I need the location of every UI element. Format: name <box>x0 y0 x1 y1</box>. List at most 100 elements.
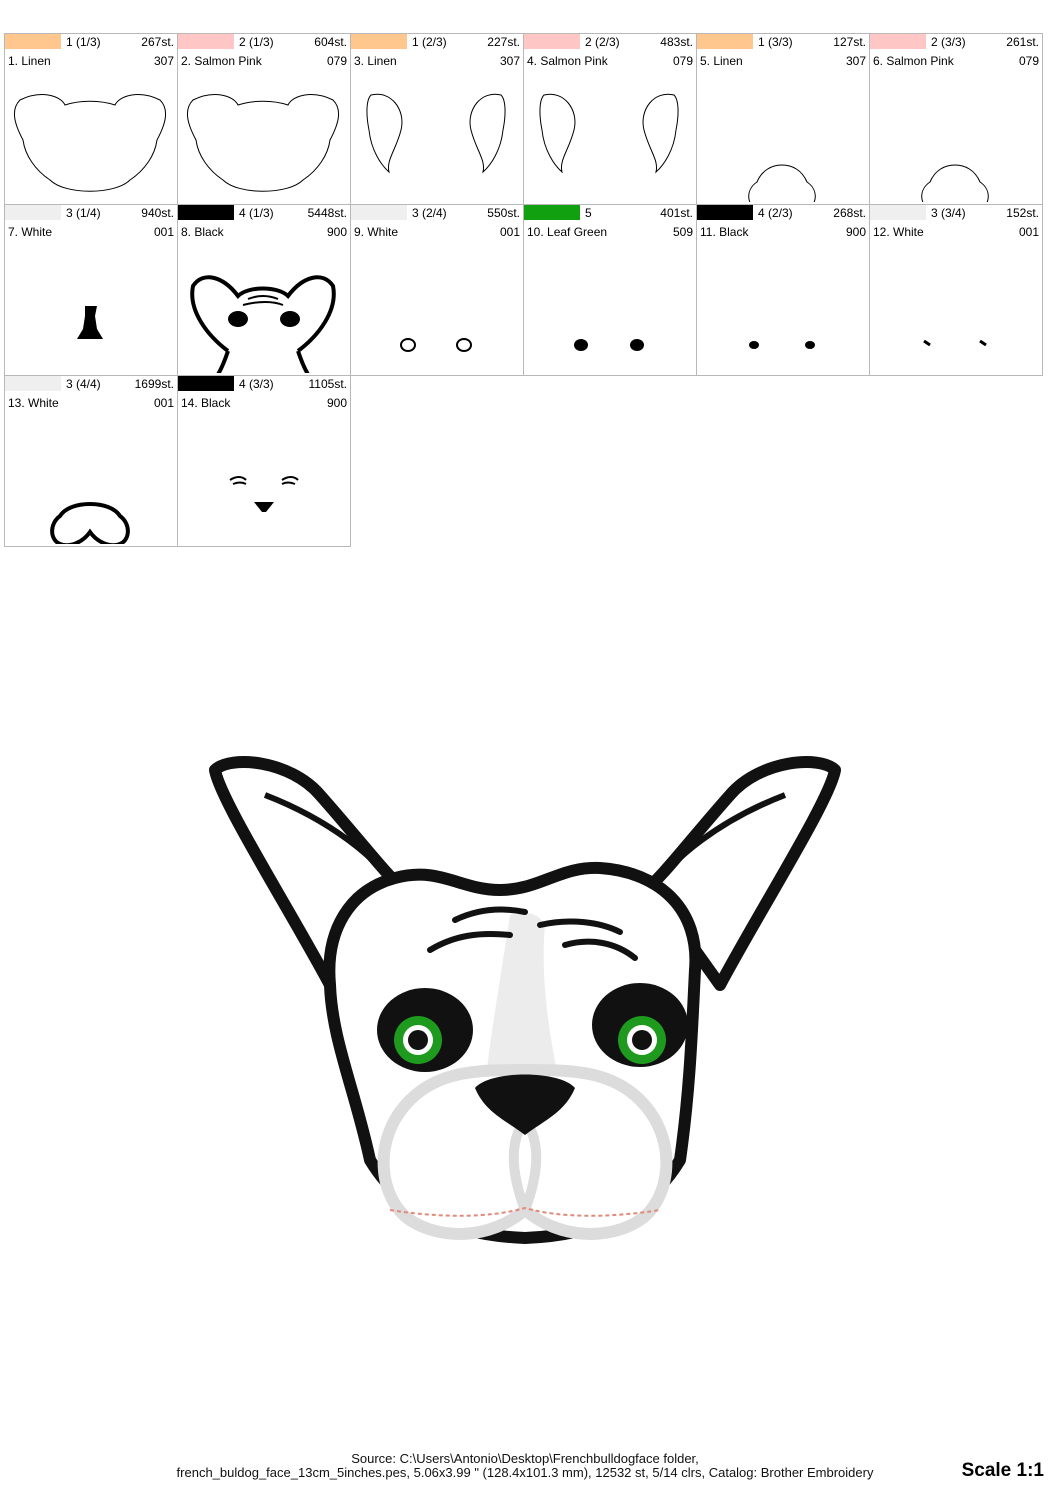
head-outline-icon <box>186 94 340 192</box>
step-index: 3 (1/4) <box>66 206 101 220</box>
thread-name: 5. Linen <box>700 54 743 68</box>
thread-code: 900 <box>845 225 866 239</box>
color-step-grid: 1 (1/3) 267st. 1. Linen 307 2 (1/3) 604st. 2. … <box>4 33 1043 547</box>
stitch-count: 940st. <box>141 206 174 220</box>
step-index: 3 (2/4) <box>412 206 447 220</box>
stitch-count: 267st. <box>141 35 174 49</box>
color-step-cell: 4 (3/3) 1105st. 14. Black 900 <box>177 375 351 547</box>
bulldog-design-preview <box>209 756 841 1244</box>
color-step-cell: 3 (2/4) 550st. 9. White 001 <box>350 204 524 376</box>
thread-color-swatch <box>351 205 407 220</box>
thread-color-swatch <box>351 34 407 49</box>
color-step-cell: 2 (3/3) 261st. 6. Salmon Pink 079 <box>869 33 1043 205</box>
eye-dots-icon <box>574 339 644 351</box>
thread-color-swatch <box>178 205 234 220</box>
color-step-cell: 2 (1/3) 604st. 2. Salmon Pink 079 <box>177 33 351 205</box>
color-step-cell: 1 (1/3) 267st. 1. Linen 307 <box>4 33 178 205</box>
thread-color-swatch <box>524 34 580 49</box>
thread-code: 079 <box>326 54 347 68</box>
brows-nose-icon <box>229 476 299 512</box>
color-step-cell: 2 (2/3) 483st. 4. Salmon Pink 079 <box>523 33 697 205</box>
thread-name: 2. Salmon Pink <box>181 54 262 68</box>
step-index: 2 (3/3) <box>931 35 966 49</box>
eye-rings-icon <box>400 338 472 352</box>
step-index: 1 (3/3) <box>758 35 793 49</box>
thread-name: 7. White <box>8 225 53 239</box>
thread-name: 9. White <box>354 225 399 239</box>
thread-code: 900 <box>326 225 347 239</box>
face-outline-icon <box>190 275 336 373</box>
thread-name: 14. Black <box>181 396 231 410</box>
thread-color-swatch <box>697 34 753 49</box>
thread-color-swatch <box>870 34 926 49</box>
footer-file-line: french_buldog_face_13cm_5inches.pes, 5.0… <box>176 1465 874 1480</box>
thread-name: 3. Linen <box>354 54 397 68</box>
stitch-count: 550st. <box>487 206 520 220</box>
file-info-footer: Source: C:\Users\Antonio\Desktop\Frenchb… <box>100 1452 950 1480</box>
color-step-cell: 5 401st. 10. Leaf Green 509 <box>523 204 697 376</box>
thread-code: 509 <box>672 225 693 239</box>
thread-code: 307 <box>499 54 520 68</box>
highlights-icon <box>923 339 987 347</box>
stitch-count: 483st. <box>660 35 693 49</box>
step-index: 4 (1/3) <box>239 206 274 220</box>
thread-code: 001 <box>1018 225 1039 239</box>
thread-color-swatch <box>524 205 580 220</box>
thread-color-swatch <box>870 205 926 220</box>
thread-name: 8. Black <box>181 225 224 239</box>
step-index: 3 (3/4) <box>931 206 966 220</box>
stitch-count: 5448st. <box>307 206 347 220</box>
muzzle-satin-icon <box>50 501 130 544</box>
color-step-cell: 1 (2/3) 227st. 3. Linen 307 <box>350 33 524 205</box>
thread-code: 079 <box>672 54 693 68</box>
thread-name: 6. Salmon Pink <box>873 54 954 68</box>
stitch-count: 261st. <box>1006 35 1039 49</box>
thread-code: 001 <box>153 225 174 239</box>
stitch-count: 1105st. <box>308 377 347 391</box>
color-step-cell: 3 (4/4) 1699st. 13. White 001 <box>4 375 178 547</box>
scale-label: Scale 1:1 <box>961 1460 1044 1481</box>
step-index: 1 (1/3) <box>66 35 101 49</box>
color-step-cell: 4 (1/3) 5448st. 8. Black 900 <box>177 204 351 376</box>
thread-color-swatch <box>697 205 753 220</box>
left-eye-pupil <box>408 1030 428 1050</box>
thread-code: 079 <box>1018 54 1039 68</box>
thread-color-swatch <box>5 376 61 391</box>
thread-name: 11. Black <box>700 225 749 239</box>
thread-name: 10. Leaf Green <box>527 225 608 239</box>
color-step-cell: 3 (1/4) 940st. 7. White 001 <box>4 204 178 376</box>
thread-name: 4. Salmon Pink <box>527 54 608 68</box>
thread-code: 307 <box>845 54 866 68</box>
muzzle-outline-icon <box>748 164 816 202</box>
ears-outline-icon <box>366 93 506 174</box>
thread-color-swatch <box>5 34 61 49</box>
step-index: 2 (2/3) <box>585 35 620 49</box>
step-index: 1 (2/3) <box>412 35 447 49</box>
ears-outline-icon <box>539 93 679 174</box>
color-step-cell: 4 (2/3) 268st. 11. Black 900 <box>696 204 870 376</box>
step-index: 4 (3/3) <box>239 377 274 391</box>
muzzle-outline-icon <box>921 164 989 202</box>
thread-name: 1. Linen <box>8 54 51 68</box>
footer-source-line: Source: C:\Users\Antonio\Desktop\Frenchb… <box>351 1451 699 1466</box>
thread-color-swatch <box>178 376 234 391</box>
step-index: 3 (4/4) <box>66 377 101 391</box>
stitch-count: 227st. <box>487 35 520 49</box>
thread-color-swatch <box>178 34 234 49</box>
stitch-count: 152st. <box>1006 206 1039 220</box>
stitch-count: 268st. <box>833 206 866 220</box>
color-step-cell: 1 (3/3) 127st. 5. Linen 307 <box>696 33 870 205</box>
thread-name: 13. White <box>8 396 59 410</box>
thread-code: 900 <box>326 396 347 410</box>
thread-code: 001 <box>153 396 174 410</box>
stitch-count: 1699st. <box>134 377 174 391</box>
thread-code: 001 <box>499 225 520 239</box>
stitch-count: 604st. <box>314 35 347 49</box>
step-index: 5 <box>585 206 592 220</box>
blaze-icon <box>77 306 103 339</box>
thread-code: 307 <box>153 54 174 68</box>
stitch-count: 127st. <box>833 35 866 49</box>
head-outline-icon <box>13 94 167 192</box>
step-index: 4 (2/3) <box>758 206 793 220</box>
stitch-count: 401st. <box>660 206 693 220</box>
